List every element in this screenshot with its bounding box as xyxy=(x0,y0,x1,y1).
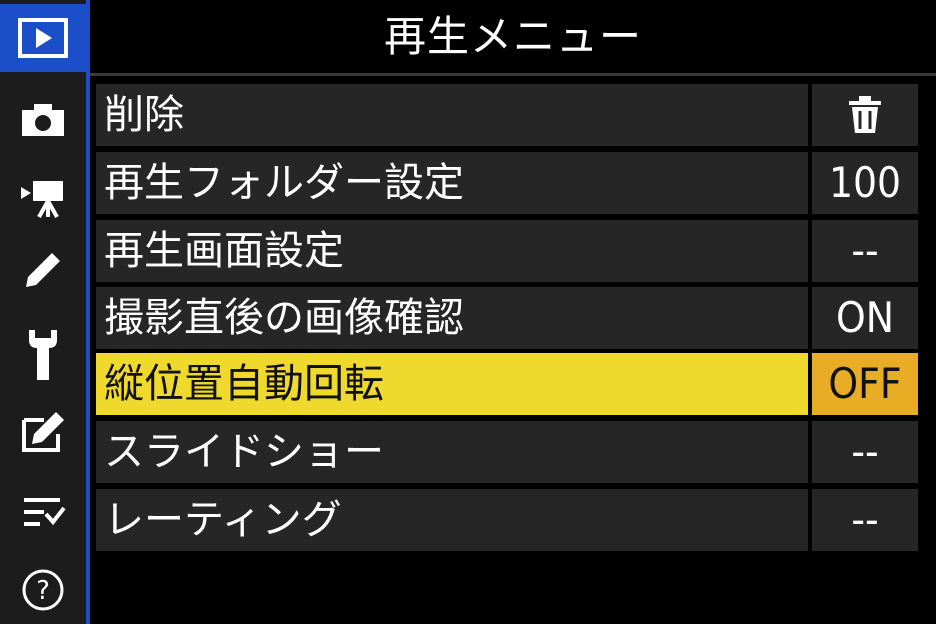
my-menu-icon xyxy=(24,498,66,526)
menu-item-label: 縦位置自動回転 xyxy=(96,353,808,415)
menu-item-playback-folder[interactable]: 再生フォルダー設定 100 xyxy=(96,152,918,214)
sidebar-separator xyxy=(86,0,90,624)
menu-item-rotate-tall[interactable]: 縦位置自動回転 OFF xyxy=(96,353,918,415)
menu-item-value: -- xyxy=(812,489,918,551)
menu-item-label: 撮影直後の画像確認 xyxy=(96,287,808,349)
menu-item-playback-display-options[interactable]: 再生画面設定 -- xyxy=(96,220,918,282)
svg-text:?: ? xyxy=(36,576,50,606)
menu-item-label: レーティング xyxy=(96,489,808,551)
menu-item-value xyxy=(812,84,918,146)
menu-item-value: OFF xyxy=(812,353,918,415)
sidebar: ? xyxy=(0,0,86,624)
menu-item-value: 100 xyxy=(812,152,918,214)
sidebar-item-custom-settings[interactable] xyxy=(0,236,86,304)
menu-item-delete[interactable]: 削除 xyxy=(96,84,918,146)
page-title: 再生メニュー xyxy=(383,12,642,61)
sidebar-item-help[interactable]: ? xyxy=(0,556,86,624)
sidebar-item-retouch[interactable] xyxy=(0,398,86,466)
retouch-icon xyxy=(22,412,64,452)
wrench-icon xyxy=(29,330,57,380)
menu-item-label: 再生画面設定 xyxy=(96,220,808,282)
help-icon: ? xyxy=(22,569,64,611)
menu-item-label: 再生フォルダー設定 xyxy=(96,152,808,214)
menu-item-value: -- xyxy=(812,220,918,282)
menu-item-value: -- xyxy=(812,421,918,483)
sidebar-item-my-menu[interactable] xyxy=(0,478,86,546)
movie-camera-icon xyxy=(21,181,63,218)
sidebar-item-movie-shooting[interactable] xyxy=(0,164,86,232)
sidebar-item-photo-shooting[interactable] xyxy=(0,86,86,154)
menu-item-label: 削除 xyxy=(96,84,808,146)
menu-item-value: ON xyxy=(812,287,918,349)
camera-icon xyxy=(22,104,64,136)
playback-icon xyxy=(18,18,68,58)
sidebar-item-setup[interactable] xyxy=(0,320,86,388)
sidebar-item-playback[interactable] xyxy=(0,4,86,72)
menu-item-slide-show[interactable]: スライドショー -- xyxy=(96,421,918,483)
trash-icon xyxy=(849,96,881,133)
menu-item-rating[interactable]: レーティング -- xyxy=(96,489,918,551)
menu-item-image-review[interactable]: 撮影直後の画像確認 ON xyxy=(96,287,918,349)
header-divider xyxy=(90,73,936,76)
pencil-icon xyxy=(26,253,60,287)
menu-item-label: スライドショー xyxy=(96,421,808,483)
